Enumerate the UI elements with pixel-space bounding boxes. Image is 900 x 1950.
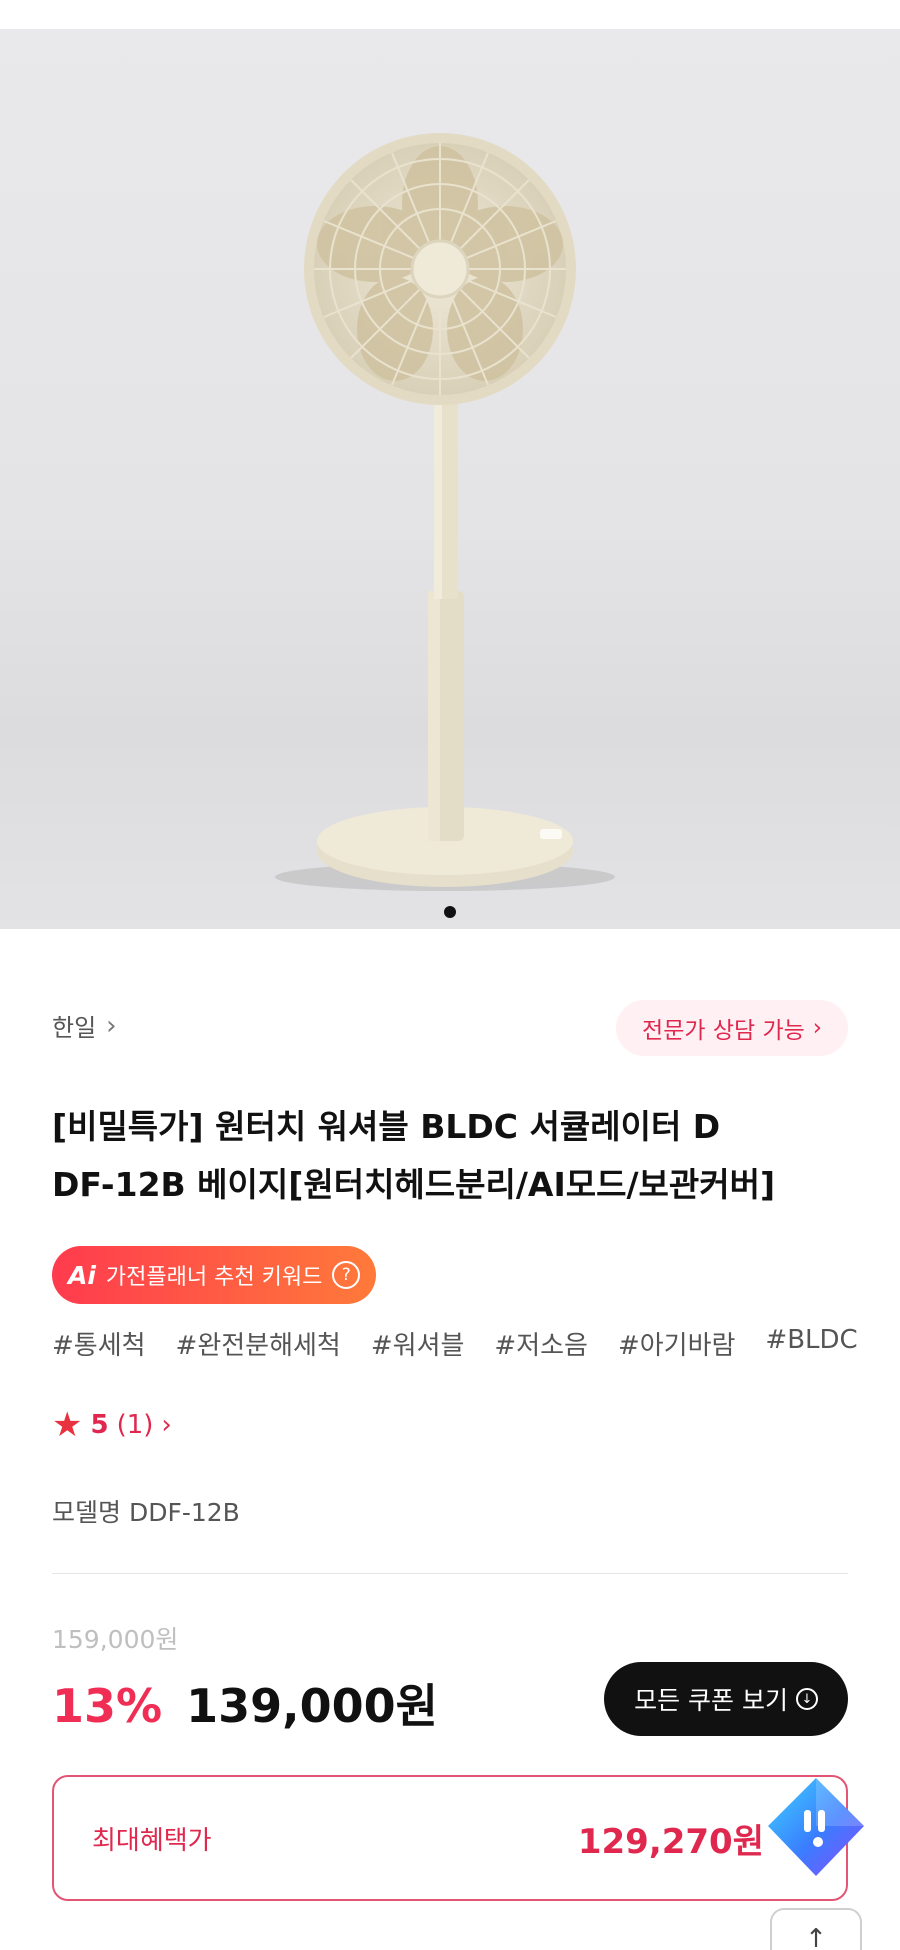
consult-label: 전문가 상담 가능 bbox=[642, 1018, 805, 1044]
expert-consult-button[interactable]: 전문가 상담 가능 › bbox=[616, 1000, 848, 1056]
price-row: 13% 139,000원 bbox=[52, 1670, 438, 1736]
gallery-pagination bbox=[0, 906, 900, 918]
sale-price: 139,000원 bbox=[186, 1679, 438, 1733]
ai-planner-label: 가전플래너 추천 키워드 bbox=[105, 1265, 323, 1290]
chevron-right-icon: › bbox=[812, 1015, 822, 1041]
keyword-tag[interactable]: #통세척 bbox=[52, 1325, 146, 1362]
chevron-right-icon: › bbox=[106, 1010, 117, 1041]
product-title: [비밀특가] 원터치 워셔블 BLDC 서큘레이터 D DF-12B 베이지[원… bbox=[52, 1098, 852, 1214]
product-title-line2: DF-12B 베이지[원터치헤드분리/AI모드/보관커버] bbox=[52, 1165, 776, 1204]
divider bbox=[52, 1573, 848, 1574]
product-title-line1: [비밀특가] 원터치 워셔블 BLDC 서큘레이터 D bbox=[52, 1107, 721, 1146]
max-benefit-price-box[interactable]: 최대혜택가 129,270원 bbox=[52, 1775, 848, 1901]
download-icon: ↓ bbox=[796, 1688, 818, 1710]
review-count: (1) bbox=[116, 1410, 154, 1440]
model-name: 모델명 DDF-12B bbox=[52, 1498, 240, 1527]
ai-logo-icon: Ai bbox=[68, 1260, 96, 1290]
scroll-top-button[interactable]: ↑ bbox=[770, 1908, 862, 1950]
keyword-tag[interactable]: #완전분해세척 bbox=[176, 1325, 341, 1362]
rating-score: 5 bbox=[90, 1410, 109, 1440]
chevron-right-icon: › bbox=[161, 1410, 172, 1440]
keyword-tag[interactable]: #아기바람 bbox=[618, 1325, 735, 1362]
keyword-tags: #통세척 #완전분해세척 #워셔블 #저소음 #아기바람 #BLDC bbox=[52, 1325, 900, 1362]
brand-name: 한일 bbox=[52, 1014, 97, 1042]
keyword-tag[interactable]: #BLDC bbox=[765, 1325, 857, 1362]
product-image-gallery[interactable] bbox=[0, 29, 900, 929]
brand-link[interactable]: 한일 › bbox=[52, 1008, 117, 1043]
gallery-dot-active[interactable] bbox=[444, 906, 456, 918]
arrow-up-icon: ↑ bbox=[805, 1924, 827, 1950]
chat-gem-icon[interactable] bbox=[760, 1772, 872, 1884]
keyword-tag[interactable]: #워셔블 bbox=[371, 1325, 465, 1362]
fan-product-image bbox=[275, 133, 615, 891]
all-coupons-button[interactable]: 모든 쿠폰 보기 ↓ bbox=[604, 1662, 848, 1736]
keyword-tag[interactable]: #저소음 bbox=[494, 1325, 588, 1362]
discount-rate: 13% bbox=[52, 1679, 163, 1733]
ai-planner-keyword-badge[interactable]: Ai 가전플래너 추천 키워드 ? bbox=[52, 1246, 377, 1304]
max-benefit-price: 129,270원 bbox=[577, 1821, 764, 1862]
coupon-button-label: 모든 쿠폰 보기 bbox=[634, 1686, 788, 1715]
help-icon[interactable]: ? bbox=[332, 1261, 361, 1289]
review-rating-link[interactable]: ★ 5 (1) › bbox=[52, 1408, 172, 1442]
original-price: 159,000원 bbox=[52, 1625, 179, 1654]
star-icon: ★ bbox=[52, 1405, 83, 1445]
max-benefit-label: 최대혜택가 bbox=[92, 1825, 212, 1856]
